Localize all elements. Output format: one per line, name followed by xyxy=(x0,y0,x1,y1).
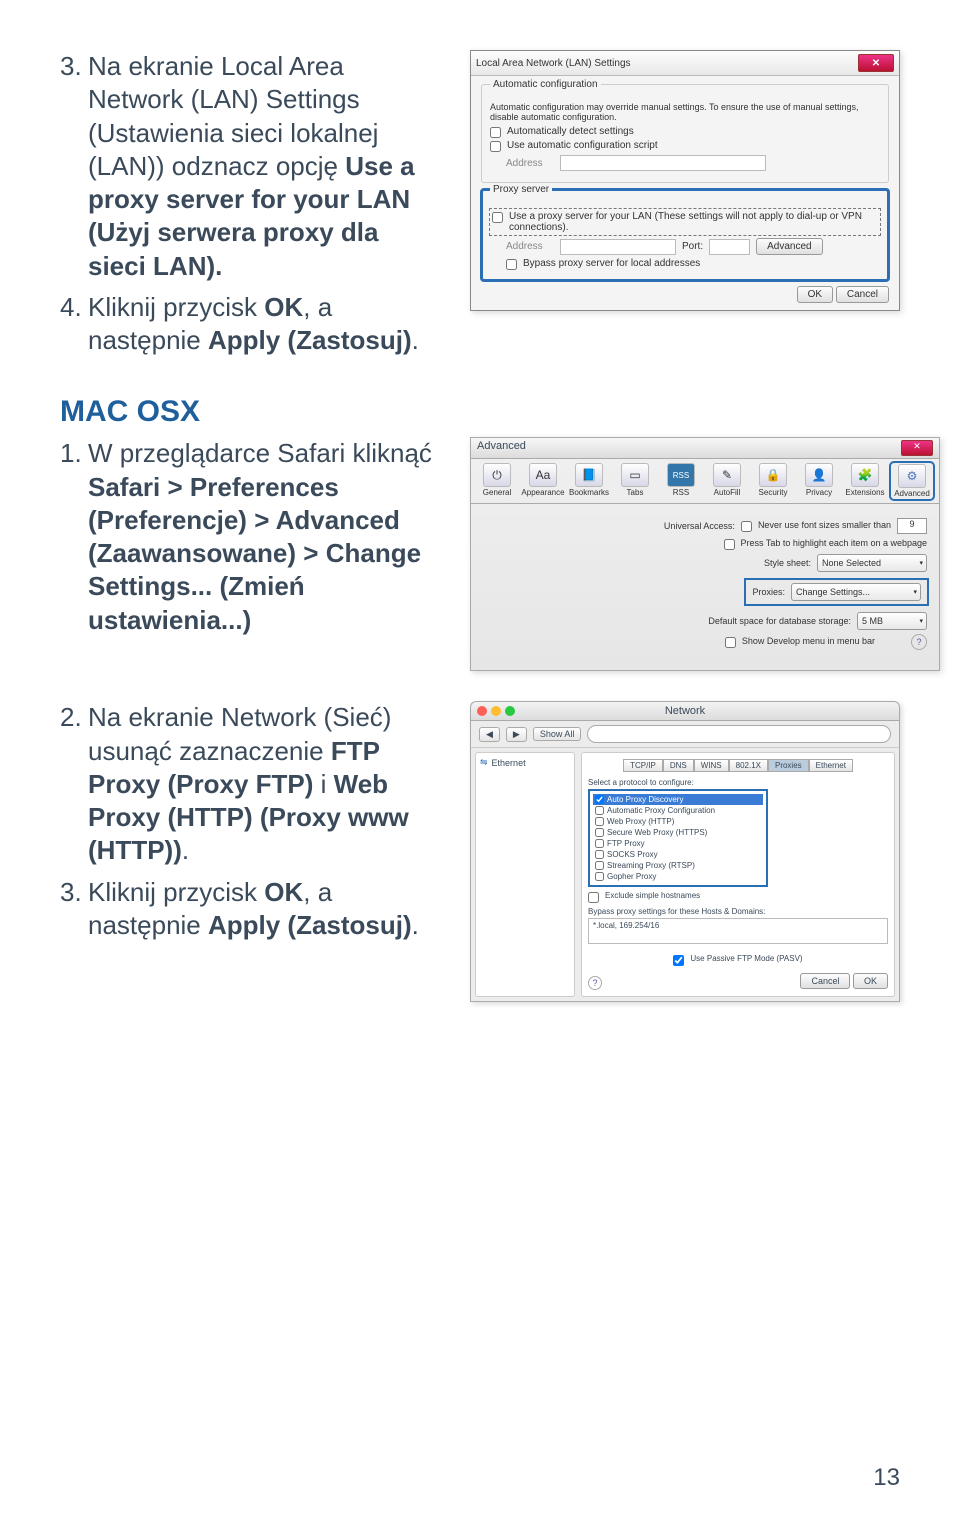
tab-proxies[interactable]: Proxies xyxy=(768,759,809,772)
tab-8021x[interactable]: 802.1X xyxy=(729,759,768,772)
tab-tcpip[interactable]: TCP/IP xyxy=(623,759,663,772)
help-icon[interactable]: ? xyxy=(588,976,602,990)
forward-button[interactable]: ▶ xyxy=(506,727,527,742)
tab-bookmarks[interactable]: 📘Bookmarks xyxy=(569,463,609,499)
step-number: 3. xyxy=(60,50,88,283)
proto-ftp[interactable]: FTP Proxy xyxy=(593,838,763,849)
dialog-title: Local Area Network (LAN) Settings xyxy=(476,58,631,69)
proxy-server-group: Proxy server Use a proxy server for your… xyxy=(481,189,889,281)
proto-socks[interactable]: SOCKS Proxy xyxy=(593,849,763,860)
network-preferences-window: Network ◀ ▶ Show All ⇋ Ethernet TCP/IPDNS… xyxy=(470,701,900,1002)
font-size-input[interactable]: 9 xyxy=(897,518,927,534)
lan-settings-dialog: Local Area Network (LAN) Settings ✕ Auto… xyxy=(470,50,900,311)
instructions-block-3: 2. Na ekranie Network (Sieć) usunąć zazn… xyxy=(60,701,440,1002)
lock-icon: 🔒 xyxy=(759,463,787,487)
tab-privacy[interactable]: 👤Privacy xyxy=(799,463,839,499)
exclude-hostnames-checkbox[interactable]: Exclude simple hostnames xyxy=(588,891,888,903)
auto-config-script-checkbox[interactable]: Use automatic configuration script xyxy=(490,140,880,152)
proxy-address-input[interactable] xyxy=(560,239,676,255)
tab-autofill[interactable]: ✎AutoFill xyxy=(707,463,747,499)
proto-secure-https[interactable]: Secure Web Proxy (HTTPS) xyxy=(593,827,763,838)
step-number: 3. xyxy=(60,876,88,943)
help-icon[interactable]: ? xyxy=(911,634,927,650)
tab-general[interactable]: ⏻General xyxy=(477,463,517,499)
traffic-lights[interactable] xyxy=(477,706,515,716)
change-settings-button[interactable]: Change Settings... xyxy=(791,583,921,601)
font-icon: Aa xyxy=(529,463,557,487)
tab-advanced[interactable]: ⚙Advanced xyxy=(891,463,933,499)
auto-detect-checkbox[interactable]: Automatically detect settings xyxy=(490,126,880,138)
back-button[interactable]: ◀ xyxy=(479,727,500,742)
zoom-icon xyxy=(505,706,515,716)
tab-security[interactable]: 🔒Security xyxy=(753,463,793,499)
safari-preferences-window: Advanced ✕ ⏻General AaAppearance 📘Bookma… xyxy=(470,437,940,671)
proto-gopher[interactable]: Gopher Proxy xyxy=(593,871,763,882)
pen-icon: ✎ xyxy=(713,463,741,487)
ok-button[interactable]: OK xyxy=(853,973,888,989)
connection-list[interactable]: ⇋ Ethernet xyxy=(475,752,575,997)
protocol-list: Auto Proxy Discovery Automatic Proxy Con… xyxy=(588,789,768,887)
group-label: Proxy server xyxy=(490,184,552,195)
step-number: 4. xyxy=(60,291,88,358)
stylesheet-select[interactable]: None Selected xyxy=(817,554,927,572)
gear-icon: ⚙ xyxy=(898,464,926,488)
group-label: Automatic configuration xyxy=(490,79,601,90)
cancel-button[interactable]: Cancel xyxy=(800,973,850,989)
puzzle-icon: 🧩 xyxy=(851,463,879,487)
mac-osx-heading: MAC OSX xyxy=(60,395,900,429)
instructions-block-2: 1. W przeglądarce Safari kliknąć Safari … xyxy=(60,437,440,671)
book-icon: 📘 xyxy=(575,463,603,487)
tab-rss[interactable]: RSSRSS xyxy=(661,463,701,499)
ethernet-icon: ⇋ xyxy=(480,757,488,768)
proxy-port-input[interactable] xyxy=(709,239,750,255)
tab-extensions[interactable]: 🧩Extensions xyxy=(845,463,885,499)
prefs-tabstrip: ⏻General AaAppearance 📘Bookmarks ▭Tabs R… xyxy=(471,459,939,504)
proto-web-http[interactable]: Web Proxy (HTTP) xyxy=(593,816,763,827)
tab-dns[interactable]: DNS xyxy=(663,759,694,772)
tabs-icon: ▭ xyxy=(621,463,649,487)
ok-button[interactable]: OK xyxy=(797,286,833,303)
instructions-block-1: 3. Na ekranie Local Area Network (LAN) S… xyxy=(60,50,440,365)
db-storage-select[interactable]: 5 MB xyxy=(857,612,927,630)
step-number: 2. xyxy=(60,701,88,867)
tab-appearance[interactable]: AaAppearance xyxy=(523,463,563,499)
user-icon: 👤 xyxy=(805,463,833,487)
close-icon[interactable]: ✕ xyxy=(858,54,894,72)
tab-ethernet[interactable]: Ethernet xyxy=(809,759,853,772)
address-input[interactable] xyxy=(560,155,766,171)
step-number: 1. xyxy=(60,437,88,637)
bypass-local-checkbox[interactable]: Bypass proxy server for local addresses xyxy=(506,258,880,270)
network-tabs: TCP/IPDNSWINS802.1XProxiesEthernet xyxy=(588,759,888,772)
rss-icon: RSS xyxy=(667,463,695,487)
close-icon[interactable]: ✕ xyxy=(901,440,933,456)
tab-wins[interactable]: WINS xyxy=(694,759,729,772)
proto-auto-config[interactable]: Automatic Proxy Configuration xyxy=(593,805,763,816)
cancel-button[interactable]: Cancel xyxy=(836,286,889,303)
window-title: Advanced xyxy=(477,440,526,456)
bypass-hosts-input[interactable]: *.local, 169.254/16 xyxy=(588,918,888,944)
switch-icon: ⏻ xyxy=(483,463,511,487)
passive-ftp-checkbox[interactable]: Use Passive FTP Mode (PASV) xyxy=(588,954,888,966)
minimize-icon xyxy=(491,706,501,716)
tab-tabs[interactable]: ▭Tabs xyxy=(615,463,655,499)
page-number: 13 xyxy=(873,1464,900,1492)
window-title: Network xyxy=(665,705,705,717)
advanced-button[interactable]: Advanced xyxy=(756,238,822,255)
close-icon xyxy=(477,706,487,716)
proto-auto-discovery[interactable]: Auto Proxy Discovery xyxy=(593,794,763,805)
search-input[interactable] xyxy=(587,725,891,743)
show-all-button[interactable]: Show All xyxy=(533,727,582,741)
use-proxy-checkbox[interactable]: Use a proxy server for your LAN (These s… xyxy=(490,209,880,235)
proto-rtsp[interactable]: Streaming Proxy (RTSP) xyxy=(593,860,763,871)
